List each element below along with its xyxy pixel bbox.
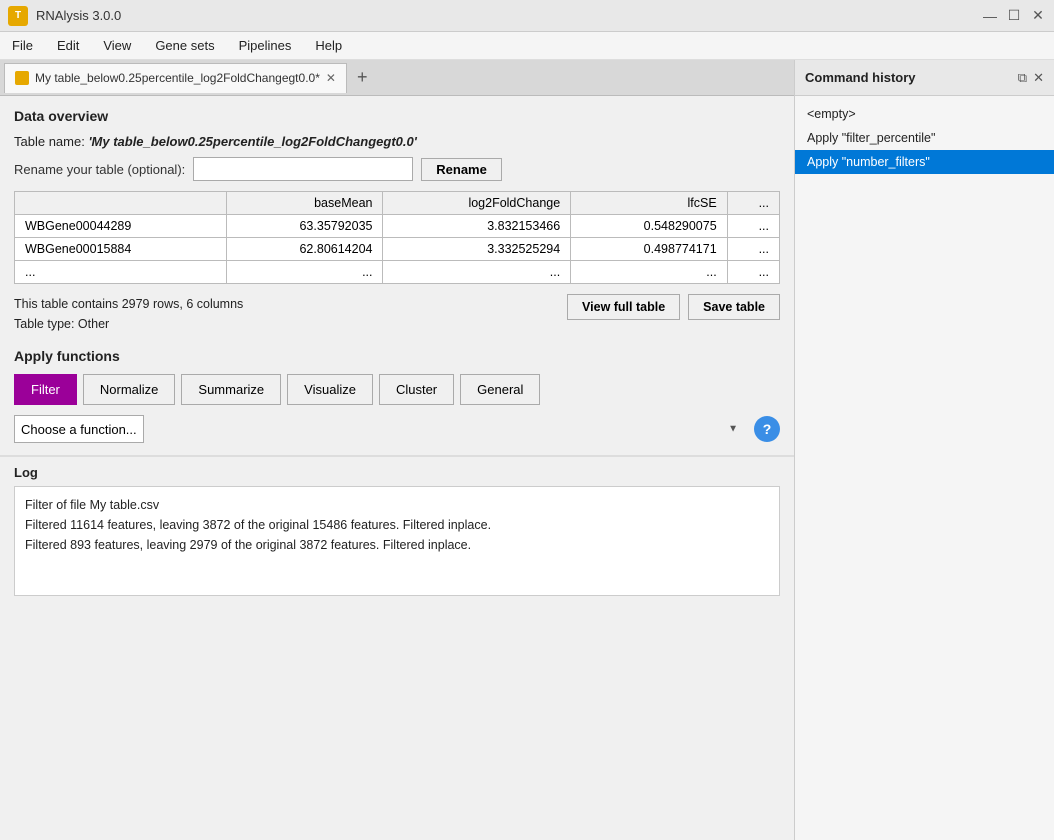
menu-view[interactable]: View bbox=[99, 36, 135, 55]
command-history-header: Command history ⧉ ✕ bbox=[795, 60, 1054, 96]
cell-lfcse-ellipsis: ... bbox=[571, 261, 727, 284]
cmd-item-empty[interactable]: <empty> bbox=[795, 102, 1054, 126]
rename-label: Rename your table (optional): bbox=[14, 162, 185, 177]
table-name-label: Table name: bbox=[14, 134, 88, 149]
menu-bar: File Edit View Gene sets Pipelines Help bbox=[0, 32, 1054, 60]
cell-lfcse-2: 0.498774171 bbox=[571, 238, 727, 261]
cell-basemean-1: 63.35792035 bbox=[227, 215, 383, 238]
table-name-value: 'My table_below0.25percentile_log2FoldCh… bbox=[88, 134, 416, 149]
tab-icon bbox=[15, 71, 29, 85]
title-bar-controls: — ☐ ✕ bbox=[982, 8, 1046, 24]
menu-file[interactable]: File bbox=[8, 36, 37, 55]
tab-bar: My table_below0.25percentile_log2FoldCha… bbox=[0, 60, 794, 96]
menu-gene-sets[interactable]: Gene sets bbox=[151, 36, 218, 55]
summarize-button[interactable]: Summarize bbox=[181, 374, 281, 405]
cell-basemean-2: 62.80614204 bbox=[227, 238, 383, 261]
cell-basemean-ellipsis: ... bbox=[227, 261, 383, 284]
info-rows-cols: This table contains 2979 rows, 6 columns bbox=[14, 294, 243, 314]
cell-gene-2: WBGene00015884 bbox=[15, 238, 227, 261]
table-name-row: Table name: 'My table_below0.25percentil… bbox=[14, 134, 780, 149]
cell-more-2: ... bbox=[727, 238, 779, 261]
main-layout: My table_below0.25percentile_log2FoldCha… bbox=[0, 60, 1054, 840]
action-btns: View full table Save table bbox=[567, 294, 780, 320]
content-scroll: Data overview Table name: 'My table_belo… bbox=[0, 96, 794, 840]
cell-log2-1: 3.832153466 bbox=[383, 215, 571, 238]
cluster-button[interactable]: Cluster bbox=[379, 374, 454, 405]
app-title: RNAlysis 3.0.0 bbox=[36, 8, 121, 23]
log-section: Log Filter of file My table.csv Filtered… bbox=[0, 455, 794, 615]
rename-button[interactable]: Rename bbox=[421, 158, 502, 181]
command-history-title: Command history bbox=[805, 70, 916, 85]
data-overview-title: Data overview bbox=[14, 108, 780, 124]
function-dropdown[interactable]: Choose a function... bbox=[14, 415, 144, 443]
log-content: Filter of file My table.csv Filtered 116… bbox=[14, 486, 780, 596]
col-header-basemean: baseMean bbox=[227, 192, 383, 215]
main-tab[interactable]: My table_below0.25percentile_log2FoldCha… bbox=[4, 63, 347, 93]
tab-label: My table_below0.25percentile_log2FoldCha… bbox=[35, 71, 320, 85]
cell-log2-2: 3.332525294 bbox=[383, 238, 571, 261]
title-bar-left: T RNAlysis 3.0.0 bbox=[8, 6, 121, 26]
log-line-1: Filter of file My table.csv bbox=[25, 495, 769, 515]
restore-icon[interactable]: ⧉ bbox=[1018, 70, 1027, 86]
func-buttons: Filter Normalize Summarize Visualize Clu… bbox=[14, 374, 780, 405]
content-area: Data overview Table name: 'My table_belo… bbox=[0, 96, 794, 455]
apply-functions-section: Apply functions Filter Normalize Summari… bbox=[14, 348, 780, 443]
col-header-more: ... bbox=[727, 192, 779, 215]
log-title: Log bbox=[14, 465, 780, 480]
cell-gene-ellipsis: ... bbox=[15, 261, 227, 284]
left-panel: My table_below0.25percentile_log2FoldCha… bbox=[0, 60, 794, 840]
menu-pipelines[interactable]: Pipelines bbox=[235, 36, 296, 55]
cell-more-ellipsis: ... bbox=[727, 261, 779, 284]
apply-functions-title: Apply functions bbox=[14, 348, 780, 364]
command-history-list: <empty> Apply "filter_percentile" Apply … bbox=[795, 96, 1054, 180]
menu-help[interactable]: Help bbox=[311, 36, 346, 55]
tab-close-icon[interactable]: ✕ bbox=[326, 71, 336, 85]
close-button[interactable]: ✕ bbox=[1030, 8, 1046, 24]
app-icon: T bbox=[8, 6, 28, 26]
filter-button[interactable]: Filter bbox=[14, 374, 77, 405]
view-full-table-button[interactable]: View full table bbox=[567, 294, 680, 320]
cell-log2-ellipsis: ... bbox=[383, 261, 571, 284]
cell-gene-1: WBGene00044289 bbox=[15, 215, 227, 238]
col-header-gene bbox=[15, 192, 227, 215]
help-button[interactable]: ? bbox=[754, 416, 780, 442]
table-row: WBGene00015884 62.80614204 3.332525294 0… bbox=[15, 238, 780, 261]
cell-lfcse-1: 0.548290075 bbox=[571, 215, 727, 238]
info-type: Table type: Other bbox=[14, 314, 243, 334]
col-header-lfcse: lfcSE bbox=[571, 192, 727, 215]
info-actions-row: This table contains 2979 rows, 6 columns… bbox=[14, 294, 780, 334]
func-dropdown-wrap: Choose a function... bbox=[14, 415, 746, 443]
log-line-2: Filtered 11614 features, leaving 3872 of… bbox=[25, 515, 769, 535]
normalize-button[interactable]: Normalize bbox=[83, 374, 176, 405]
col-header-log2foldchange: log2FoldChange bbox=[383, 192, 571, 215]
minimize-button[interactable]: — bbox=[982, 8, 998, 24]
rename-row: Rename your table (optional): Rename bbox=[14, 157, 780, 181]
general-button[interactable]: General bbox=[460, 374, 540, 405]
cmd-item-number-filters[interactable]: Apply "number_filters" bbox=[795, 150, 1054, 174]
cmd-controls: ⧉ ✕ bbox=[1018, 70, 1044, 86]
menu-edit[interactable]: Edit bbox=[53, 36, 83, 55]
func-dropdown-row: Choose a function... ? bbox=[14, 415, 780, 443]
info-text: This table contains 2979 rows, 6 columns… bbox=[14, 294, 243, 334]
add-tab-button[interactable]: + bbox=[351, 67, 374, 88]
visualize-button[interactable]: Visualize bbox=[287, 374, 373, 405]
rename-input[interactable] bbox=[193, 157, 413, 181]
log-line-3: Filtered 893 features, leaving 2979 of t… bbox=[25, 535, 769, 555]
right-panel: Command history ⧉ ✕ <empty> Apply "filte… bbox=[794, 60, 1054, 840]
cmd-close-icon[interactable]: ✕ bbox=[1033, 70, 1044, 86]
cell-more-1: ... bbox=[727, 215, 779, 238]
save-table-button[interactable]: Save table bbox=[688, 294, 780, 320]
data-table: baseMean log2FoldChange lfcSE ... WBGene… bbox=[14, 191, 780, 284]
maximize-button[interactable]: ☐ bbox=[1006, 8, 1022, 24]
table-row: ... ... ... ... ... bbox=[15, 261, 780, 284]
cmd-item-filter-percentile[interactable]: Apply "filter_percentile" bbox=[795, 126, 1054, 150]
table-row: WBGene00044289 63.35792035 3.832153466 0… bbox=[15, 215, 780, 238]
title-bar: T RNAlysis 3.0.0 — ☐ ✕ bbox=[0, 0, 1054, 32]
